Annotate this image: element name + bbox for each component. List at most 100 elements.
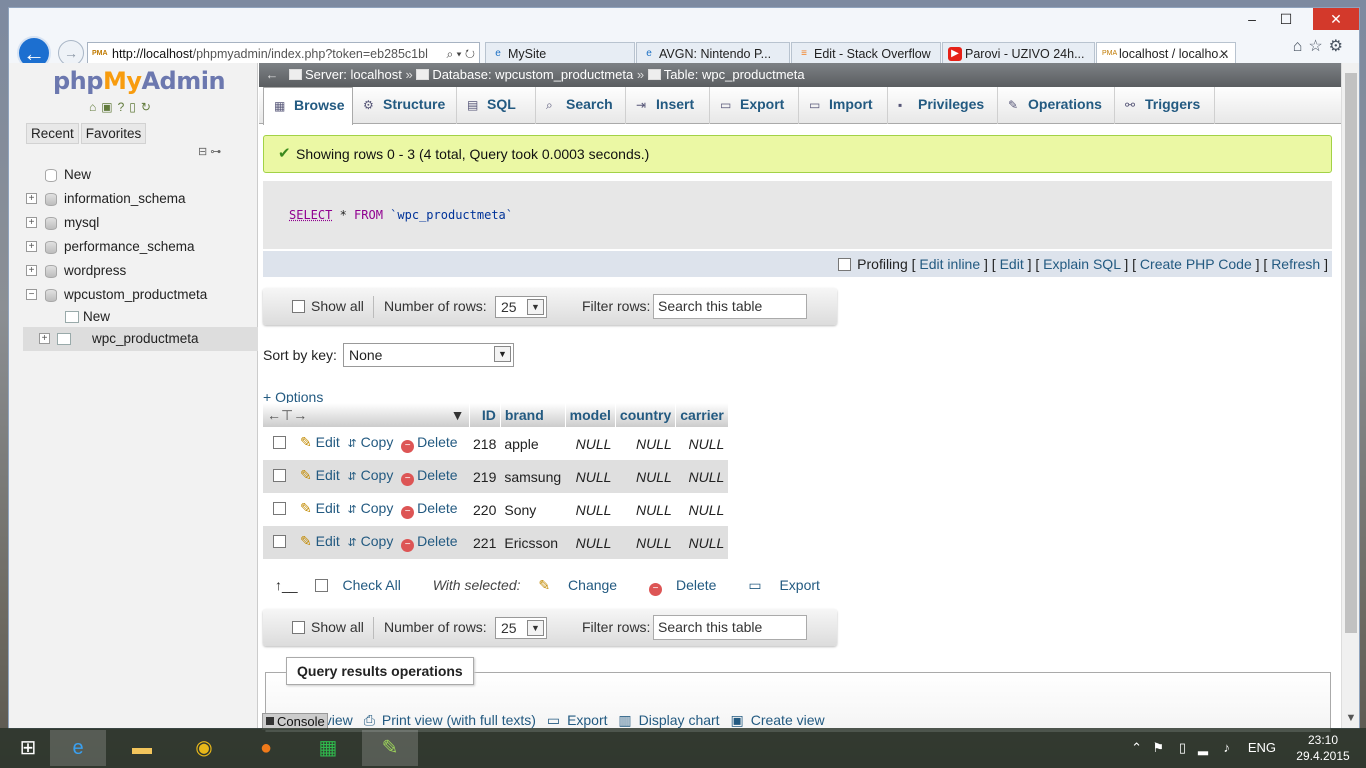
language-indicator[interactable]: ENG (1248, 740, 1276, 755)
tab-operations[interactable]: ✎ Operations (998, 87, 1115, 124)
store-icon[interactable]: ▦ (300, 730, 356, 766)
breadcrumb-table[interactable]: Table: wpc_productmeta (664, 67, 805, 82)
cell-brand[interactable]: samsung (500, 460, 566, 493)
link-with-main-icon[interactable]: ⊶ (210, 146, 221, 158)
expand-icon[interactable]: + (26, 265, 37, 276)
tree-item-database[interactable]: + mysql (23, 211, 258, 235)
tab-search[interactable]: ⌕ Search (536, 87, 626, 124)
internet-explorer-icon[interactable]: e (50, 730, 106, 766)
create-php-code-link[interactable]: Create PHP Code (1140, 256, 1252, 272)
tab-insert[interactable]: ⇥ Insert (626, 87, 710, 124)
sort-by-key-select[interactable]: None ▼ (343, 343, 514, 367)
sql-keyword-select[interactable]: SELECT (289, 208, 332, 222)
filter-rows-input[interactable]: Search this table (653, 294, 807, 319)
edit-link[interactable]: Edit (316, 533, 340, 549)
vertical-scrollbar[interactable]: ▼ (1341, 63, 1359, 728)
sort-dropdown-icon[interactable]: ▼ (451, 407, 465, 423)
close-window-button[interactable]: ✕ (1313, 8, 1359, 30)
file-explorer-icon[interactable]: ▬ (114, 730, 170, 766)
bulk-export-button[interactable]: ▭ Export (748, 577, 834, 593)
cell-brand[interactable]: apple (500, 427, 566, 460)
address-actions[interactable]: ⌕ ▾ ↻ (446, 43, 475, 65)
tree-item-new[interactable]: New (23, 163, 258, 187)
docs-icon[interactable]: ▯ (129, 100, 141, 114)
edit-link[interactable]: Edit (1000, 256, 1024, 272)
profiling-checkbox[interactable] (838, 258, 852, 271)
cell-carrier[interactable]: NULL (675, 460, 729, 493)
row-checkbox[interactable] (273, 469, 286, 482)
bulk-delete-button[interactable]: − Delete (648, 577, 730, 596)
show-hidden-icons-icon[interactable]: ⌃ (1131, 740, 1142, 756)
settings-gear-icon[interactable]: ⚙ (1329, 38, 1349, 55)
check-all-checkbox[interactable] (315, 579, 329, 592)
show-all-control[interactable]: Show all (292, 288, 364, 325)
copy-link[interactable]: Copy (361, 533, 394, 549)
expand-icon[interactable]: + (26, 241, 37, 252)
home-icon[interactable]: ⌂ (1293, 38, 1309, 55)
favorites-star-icon[interactable]: ☆ (1308, 38, 1328, 55)
recent-tab[interactable]: Recent (26, 123, 79, 144)
maximize-button[interactable]: ☐ (1269, 8, 1303, 30)
tree-item-database[interactable]: + performance_schema (23, 235, 258, 259)
cell-country[interactable]: NULL (615, 427, 676, 460)
delete-link[interactable]: Delete (417, 500, 457, 516)
tree-item-database[interactable]: + wordpress (23, 259, 258, 283)
delete-link[interactable]: Delete (417, 434, 457, 450)
tab-structure[interactable]: ⚙ Structure (353, 87, 457, 124)
cell-country[interactable]: NULL (615, 493, 676, 526)
refresh-link[interactable]: Refresh (1271, 256, 1320, 272)
delete-link[interactable]: Delete (417, 467, 457, 483)
home-icon[interactable]: ⌂ (89, 100, 101, 114)
column-header-id[interactable]: ID (469, 403, 501, 427)
row-checkbox[interactable] (273, 436, 286, 449)
column-header-model[interactable]: model (565, 403, 616, 427)
collapse-icon[interactable]: − (26, 289, 37, 300)
edit-link[interactable]: Edit (316, 434, 340, 450)
collapse-all-icon[interactable]: ⊟ (198, 146, 207, 158)
cell-id[interactable]: 219 (469, 460, 501, 493)
breadcrumb-server[interactable]: Server: localhost (305, 67, 402, 82)
tree-item-new-table[interactable]: New (23, 307, 258, 327)
cell-brand[interactable]: Ericsson (500, 526, 566, 559)
copy-link[interactable]: Copy (361, 500, 394, 516)
check-all-control[interactable]: Check All (315, 577, 414, 593)
tree-item-database[interactable]: + information_schema (23, 187, 258, 211)
copy-link[interactable]: Copy (361, 434, 394, 450)
cell-country[interactable]: NULL (615, 460, 676, 493)
tab-privileges[interactable]: ▪ Privileges (888, 87, 998, 124)
expand-icon[interactable]: + (39, 333, 50, 344)
bulk-change-button[interactable]: ✎ Change (538, 577, 631, 593)
tree-item-table[interactable]: + wpc_productmeta (23, 327, 258, 351)
close-tab-icon[interactable]: ✕ (1219, 43, 1229, 65)
show-all-control[interactable]: Show all (292, 609, 364, 646)
cell-carrier[interactable]: NULL (675, 493, 729, 526)
scrollbar-thumb[interactable] (1345, 73, 1357, 633)
cell-id[interactable]: 218 (469, 427, 501, 460)
cell-id[interactable]: 220 (469, 493, 501, 526)
help-icon[interactable]: ? (118, 100, 130, 114)
copy-link[interactable]: Copy (361, 467, 394, 483)
tab-import[interactable]: ▭ Import (799, 87, 888, 124)
edit-inline-link[interactable]: Edit inline (919, 256, 980, 272)
tab-export[interactable]: ▭ Export (710, 87, 799, 124)
reload-icon[interactable]: ↻ (141, 100, 156, 114)
start-button[interactable]: ⊞ (0, 730, 56, 766)
number-of-rows-select[interactable]: 25 ▼ (495, 617, 547, 639)
cell-model[interactable]: NULL (565, 493, 616, 526)
firefox-icon[interactable]: ● (238, 730, 294, 766)
toggle-nav-icon[interactable]: ← (262, 63, 282, 87)
wifi-signal-icon[interactable]: ▂ (1198, 740, 1208, 756)
favorites-tab[interactable]: Favorites (80, 123, 147, 144)
cell-carrier[interactable]: NULL (675, 526, 729, 559)
scroll-down-icon[interactable]: ▼ (1342, 712, 1360, 724)
tab-browse[interactable]: ▦ Browse (263, 87, 353, 125)
edit-link[interactable]: Edit (316, 467, 340, 483)
breadcrumb-database[interactable]: Database: wpcustom_productmeta (432, 67, 633, 82)
minimize-button[interactable]: – (1235, 8, 1269, 30)
filter-rows-input[interactable]: Search this table (653, 615, 807, 640)
number-of-rows-select[interactable]: 25 ▼ (495, 296, 547, 318)
row-checkbox[interactable] (273, 502, 286, 515)
column-header-brand[interactable]: brand (500, 403, 566, 427)
explain-sql-link[interactable]: Explain SQL (1043, 256, 1120, 272)
logout-icon[interactable]: ▣ (101, 100, 117, 114)
